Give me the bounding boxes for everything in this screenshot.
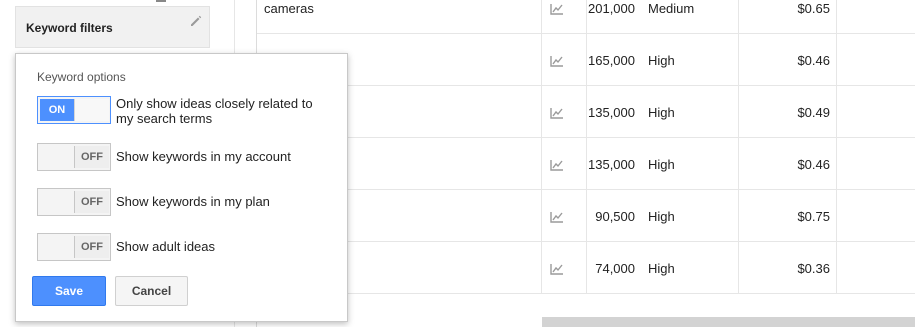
trend-cell[interactable] (541, 242, 587, 294)
competition: Medium (648, 1, 695, 16)
trend-chart-icon[interactable] (550, 159, 564, 171)
toggle-state-off: OFF (74, 236, 109, 258)
trend-chart-icon[interactable] (550, 3, 564, 15)
search-volume: 74,000 (595, 261, 635, 276)
suggested-bid: $0.65 (797, 1, 830, 16)
option-label: Show keywords in my plan (116, 194, 270, 209)
table-row[interactable]: 135,000 High $0.49 (257, 86, 915, 138)
option-label: Show adult ideas (116, 239, 216, 254)
toggle-keywords-in-account[interactable]: OFF (37, 143, 111, 171)
competition: High (648, 105, 675, 120)
suggested-bid: $0.49 (797, 105, 830, 120)
keyword-filters-card[interactable]: Keyword filters (15, 6, 210, 48)
suggested-bid: $0.46 (797, 157, 830, 172)
keyword-ideas-table: cameras 201,000 Medium $0.65 165,000 Hig… (256, 0, 915, 327)
competition: High (648, 53, 675, 68)
trend-cell[interactable] (541, 138, 587, 190)
toggle-closely-related[interactable]: ON (37, 96, 111, 124)
trend-chart-icon[interactable] (550, 107, 564, 119)
competition: High (648, 157, 675, 172)
toggle-state-off: OFF (74, 191, 109, 213)
competition: High (648, 209, 675, 224)
trend-chart-icon[interactable] (550, 55, 564, 67)
suggested-bid: $0.36 (797, 261, 830, 276)
trend-chart-icon[interactable] (550, 263, 564, 275)
search-volume: 165,000 (588, 53, 635, 68)
toggle-state-off: OFF (74, 146, 109, 168)
save-button[interactable]: Save (32, 276, 106, 306)
pencil-icon[interactable] (189, 14, 203, 28)
keyword-cell: cameras (264, 1, 314, 16)
search-volume: 135,000 (588, 157, 635, 172)
option-label: Only show ideas closely related to my se… (116, 96, 313, 126)
table-row[interactable]: 90,500 High $0.75 (257, 190, 915, 242)
competition: High (648, 261, 675, 276)
table-row[interactable]: cameras 201,000 Medium $0.65 (257, 0, 915, 34)
search-volume: 201,000 (588, 1, 635, 16)
table-row[interactable]: 74,000 High $0.36 (257, 242, 915, 294)
table-row[interactable]: 165,000 High $0.46 (257, 34, 915, 86)
top-edge-fragment (156, 0, 166, 2)
search-volume: 135,000 (588, 105, 635, 120)
trend-cell[interactable] (541, 86, 587, 138)
search-volume: 90,500 (595, 209, 635, 224)
popup-title: Keyword options (37, 70, 126, 84)
keyword-filters-title: Keyword filters (26, 21, 113, 35)
toggle-state-on: ON (40, 99, 74, 121)
suggested-bid: $0.46 (797, 53, 830, 68)
scrollbar-thumb[interactable] (542, 317, 915, 327)
option-label: Show keywords in my account (116, 149, 291, 164)
horizontal-scrollbar[interactable] (542, 317, 915, 327)
trend-chart-icon[interactable] (550, 211, 564, 223)
trend-cell[interactable] (541, 0, 587, 34)
suggested-bid: $0.75 (797, 209, 830, 224)
table-row[interactable]: 135,000 High $0.46 (257, 138, 915, 190)
keyword-options-popup: Keyword options ON Only show ideas close… (15, 53, 348, 322)
cancel-button[interactable]: Cancel (115, 276, 188, 306)
trend-cell[interactable] (541, 34, 587, 86)
toggle-adult-ideas[interactable]: OFF (37, 233, 111, 261)
trend-cell[interactable] (541, 190, 587, 242)
toggle-keywords-in-plan[interactable]: OFF (37, 188, 111, 216)
